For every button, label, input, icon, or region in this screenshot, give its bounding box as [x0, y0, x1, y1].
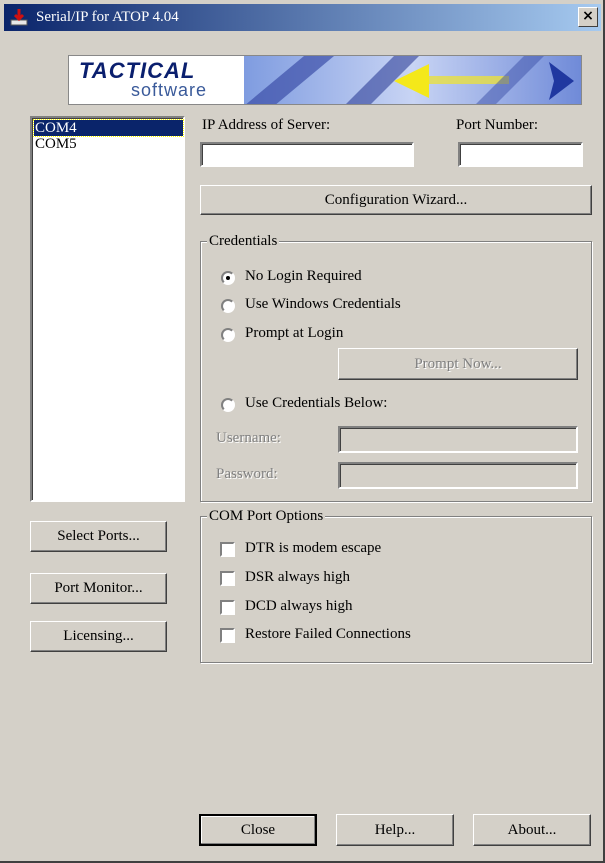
licensing-button[interactable]: Licensing...	[30, 621, 167, 652]
checkbox-label-dcd[interactable]: DCD always high	[245, 598, 353, 615]
ip-address-input[interactable]	[200, 142, 414, 167]
title-bar[interactable]: Serial/IP for ATOP 4.04 ×	[4, 4, 601, 31]
port-number-label: Port Number:	[456, 117, 539, 133]
port-number-input[interactable]	[458, 142, 583, 167]
close-button[interactable]: Close	[199, 814, 317, 846]
port-monitor-button[interactable]: Port Monitor...	[30, 573, 167, 604]
radio-label-prompt-at-login[interactable]: Prompt at Login	[245, 325, 343, 342]
password-input[interactable]	[338, 462, 578, 489]
checkbox-label-restore[interactable]: Restore Failed Connections	[245, 626, 411, 643]
port-item-com4[interactable]: COM4	[33, 119, 184, 137]
radio-selected-dot	[226, 276, 230, 280]
checkbox-label-dtr[interactable]: DTR is modem escape	[245, 540, 381, 557]
checkbox-dcd-always-high[interactable]	[220, 600, 235, 615]
prompt-now-button[interactable]: Prompt Now...	[338, 348, 578, 380]
radio-prompt-at-login[interactable]	[221, 328, 235, 342]
close-window-button[interactable]: ×	[578, 7, 598, 27]
select-ports-button[interactable]: Select Ports...	[30, 521, 167, 552]
checkbox-restore-failed-connections[interactable]	[220, 628, 235, 643]
checkbox-dtr-modem-escape[interactable]	[220, 542, 235, 557]
credentials-legend: Credentials	[207, 232, 280, 250]
username-label: Username:	[216, 430, 281, 446]
port-item-com5[interactable]: COM5	[34, 136, 183, 152]
radio-label-no-login[interactable]: No Login Required	[245, 268, 362, 285]
password-label: Password:	[216, 466, 278, 482]
help-button[interactable]: Help...	[336, 814, 454, 846]
app-window: Serial/IP for ATOP 4.04 × TACTICAL softw…	[0, 0, 605, 863]
port-list[interactable]: COM4 COM5	[30, 116, 185, 502]
radio-use-credentials-below[interactable]	[221, 398, 235, 412]
radio-no-login-required[interactable]	[221, 271, 235, 285]
radio-label-windows-credentials[interactable]: Use Windows Credentials	[245, 296, 401, 313]
com-port-options-legend: COM Port Options	[207, 507, 326, 525]
logo-graphic	[244, 56, 581, 104]
ip-address-label: IP Address of Server:	[202, 117, 331, 133]
checkbox-label-dsr[interactable]: DSR always high	[245, 569, 350, 586]
window-title: Serial/IP for ATOP 4.04	[36, 9, 179, 25]
tactical-software-logo: TACTICAL software	[68, 55, 582, 105]
checkbox-dsr-always-high[interactable]	[220, 571, 235, 586]
about-button[interactable]: About...	[473, 814, 591, 846]
username-input[interactable]	[338, 426, 578, 453]
app-icon	[10, 9, 28, 26]
configuration-wizard-button[interactable]: Configuration Wizard...	[200, 185, 592, 215]
radio-use-windows-credentials[interactable]	[221, 299, 235, 313]
logo-text-line2: software	[131, 80, 208, 100]
radio-label-credentials-below[interactable]: Use Credentials Below:	[245, 395, 387, 412]
